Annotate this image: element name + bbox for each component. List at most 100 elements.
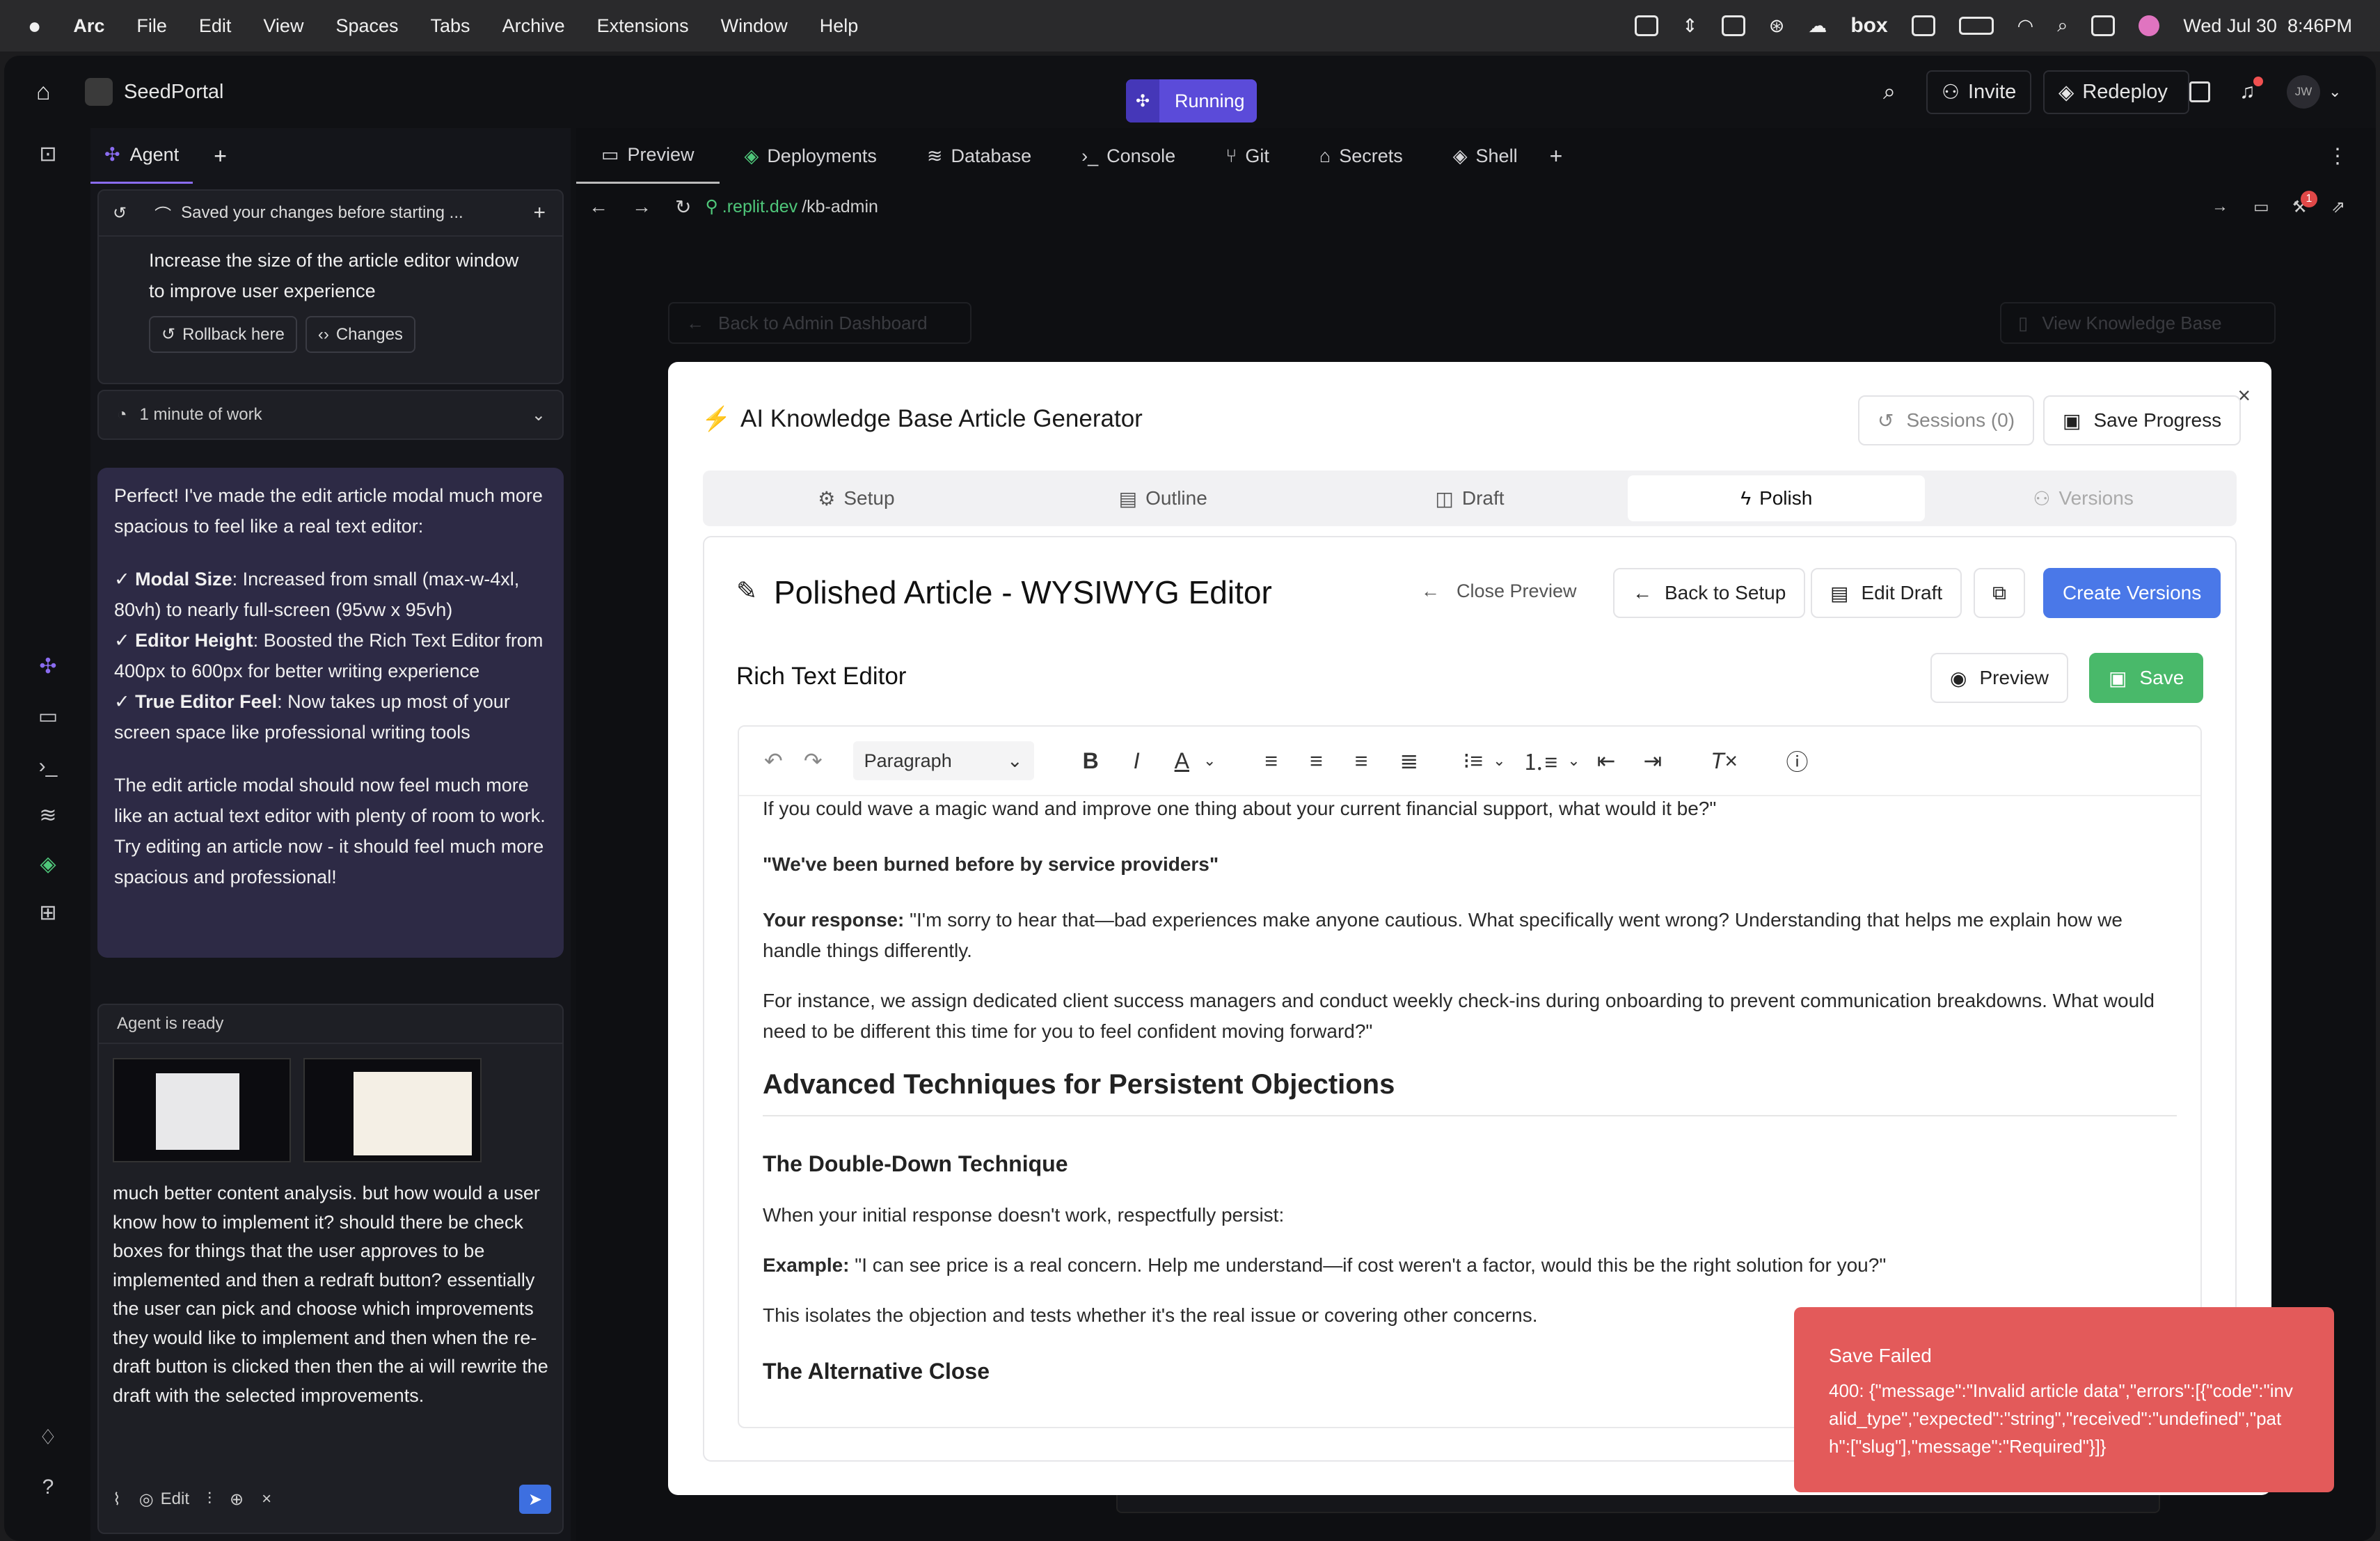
deployments-icon[interactable]: ◈ [36, 852, 60, 876]
tab-polish[interactable]: ϟ Polish [1628, 475, 1926, 521]
battery-icon[interactable] [1958, 17, 1994, 35]
reload-icon[interactable]: ↻ [675, 196, 691, 219]
preview-icon[interactable]: ▭ [36, 704, 60, 728]
devices-icon[interactable]: ▭ [2253, 197, 2269, 217]
menu-tabs[interactable]: Tabs [431, 15, 470, 37]
rollback-button[interactable]: ↺ Rollback here [149, 316, 297, 353]
preview-button[interactable]: ◉ Preview [1930, 653, 2069, 703]
attachment-thumb-2[interactable] [303, 1058, 482, 1162]
globe-icon[interactable]: ⊕ [230, 1489, 244, 1510]
indent-icon[interactable]: ⇥ [1643, 748, 1662, 774]
back-icon[interactable]: ← [589, 196, 608, 218]
menu-help[interactable]: Help [820, 15, 859, 37]
save-button[interactable]: ▣ Save [2089, 653, 2204, 703]
apps-grid-icon[interactable]: ⊞ [36, 901, 60, 924]
settings-sliders-icon[interactable]: ⫶ [207, 1489, 212, 1509]
forward-icon[interactable]: → [632, 196, 651, 218]
chevron-down-icon[interactable]: ⌄ [1493, 752, 1505, 770]
attachment-thumb-1[interactable] [113, 1058, 291, 1162]
changes-button[interactable]: ‹› Changes [305, 316, 415, 353]
apple-icon[interactable]: ● [28, 13, 41, 39]
help-icon[interactable]: ⓘ [1786, 745, 1809, 777]
undo-icon[interactable]: ↶ [764, 748, 783, 774]
tab-agent[interactable]: ✣ Agent [90, 128, 193, 184]
menu-view[interactable]: View [263, 15, 303, 37]
control-center-icon[interactable] [2091, 15, 2116, 36]
tab-versions[interactable]: ⚇ Versions [1935, 475, 2232, 521]
sessions-button[interactable]: ↺ Sessions (0) [1858, 395, 2035, 445]
open-external-icon[interactable]: ⇗ [2331, 197, 2345, 217]
tab-setup[interactable]: ⚙ Setup [708, 475, 1005, 521]
tab-deployments[interactable]: ◈ Deployments [720, 128, 902, 184]
siri-icon[interactable] [2139, 15, 2160, 36]
go-icon[interactable]: → [2212, 197, 2228, 216]
align-center-icon[interactable]: ≡ [1310, 748, 1323, 774]
edit-mode-button[interactable]: ◎ Edit [139, 1489, 189, 1510]
menu-extensions[interactable]: Extensions [597, 15, 689, 37]
datetime[interactable]: Wed Jul 30 8:46PM [2183, 15, 2352, 37]
tab-console[interactable]: ›_ Console [1056, 128, 1200, 184]
new-tab-icon[interactable]: + [214, 143, 227, 169]
notification-bell-icon[interactable]: ♫ [2239, 80, 2255, 104]
database-icon[interactable]: ≋ [36, 803, 60, 827]
agent-icon[interactable]: ✣ [36, 654, 60, 678]
menu-arc[interactable]: Arc [73, 15, 104, 37]
tab-outline[interactable]: ▤ Outline [1015, 475, 1312, 521]
close-preview-button[interactable]: ← Close Preview [1421, 580, 1577, 602]
new-chat-icon[interactable]: + [533, 201, 546, 225]
block-format-select[interactable]: Paragraph ⌄ [852, 741, 1034, 780]
files-icon[interactable]: ⊡ [36, 142, 60, 166]
back-to-setup-button[interactable]: ← Back to Setup [1613, 568, 1806, 618]
new-tab-icon[interactable]: + [1550, 143, 1563, 169]
tab-git[interactable]: ⑂ Git [1200, 128, 1294, 184]
attach-icon[interactable]: ⌇ [113, 1489, 121, 1510]
invite-button[interactable]: ⚇ Invite [1926, 70, 2032, 114]
save-failed-toast[interactable]: Save Failed 400: {"message":"Invalid art… [1794, 1307, 2334, 1492]
chevron-down-icon[interactable]: ⌄ [1567, 752, 1580, 770]
tab-database[interactable]: ≋ Database [902, 128, 1056, 184]
status-icon-2[interactable]: ⇕ [1682, 15, 1698, 37]
status-icon-1[interactable] [1635, 15, 1659, 36]
redeploy-button[interactable]: ◈ Redeploy [2043, 70, 2189, 114]
status-icon-3[interactable]: ⊛ [1769, 15, 1785, 37]
align-justify-icon[interactable]: ≣ [1399, 748, 1418, 774]
menu-window[interactable]: Window [721, 15, 788, 37]
search-icon[interactable]: ⌕ [1883, 79, 1896, 105]
box-label[interactable]: box [1850, 14, 1887, 38]
italic-icon[interactable]: I [1134, 748, 1140, 774]
message-input[interactable]: much better content analysis. but how wo… [113, 1179, 551, 1410]
run-status-button[interactable]: ✣ Running [1126, 79, 1257, 123]
send-button[interactable]: ➤ [519, 1485, 551, 1514]
saved-note[interactable]: Saved your changes before starting ... [181, 203, 463, 223]
cloud-icon[interactable]: ☁ [1808, 15, 1827, 37]
menu-spaces[interactable]: Spaces [335, 15, 398, 37]
help-icon[interactable]: ? [36, 1476, 60, 1499]
bold-icon[interactable]: B [1083, 748, 1099, 774]
tab-shell[interactable]: ◈ Shell [1428, 128, 1543, 184]
work-summary[interactable]: ◔ 1 minute of work ⌄ [97, 390, 564, 440]
menu-archive[interactable]: Archive [502, 15, 565, 37]
align-right-icon[interactable]: ≡ [1355, 748, 1368, 774]
tab-draft[interactable]: ◫ Draft [1322, 475, 1619, 521]
more-options-icon[interactable]: ⋮ [2327, 144, 2348, 168]
wifi-icon[interactable]: ◠ [2017, 15, 2034, 37]
close-icon[interactable]: × [262, 1489, 271, 1509]
copy-button[interactable]: ⧉ [1974, 568, 2025, 618]
avatar[interactable]: JW [2287, 75, 2320, 109]
bullet-list-icon[interactable]: ⁝≡ [1463, 748, 1483, 774]
text-color-icon[interactable]: A [1175, 748, 1189, 774]
menu-edit[interactable]: Edit [199, 15, 232, 37]
mail-icon[interactable] [1721, 15, 1745, 36]
clear-format-icon[interactable]: T× [1711, 748, 1737, 774]
windows-icon[interactable] [1911, 15, 1935, 36]
search-icon[interactable]: ⌕ [2057, 15, 2068, 37]
save-progress-button[interactable]: ▣ Save Progress [2043, 395, 2242, 445]
edit-draft-button[interactable]: ▤ Edit Draft [1811, 568, 1962, 618]
home-icon[interactable]: ⌂ [36, 79, 51, 106]
history-icon[interactable]: ↺ [113, 203, 127, 223]
numbered-list-icon[interactable]: ⒈≡ [1523, 745, 1558, 777]
outdent-icon[interactable]: ⇤ [1597, 748, 1616, 774]
url-field[interactable]: ⚲ .replit.dev /kb-admin [705, 196, 878, 217]
project-name[interactable]: SeedPortal [124, 81, 224, 104]
redo-icon[interactable]: ↷ [804, 748, 823, 774]
